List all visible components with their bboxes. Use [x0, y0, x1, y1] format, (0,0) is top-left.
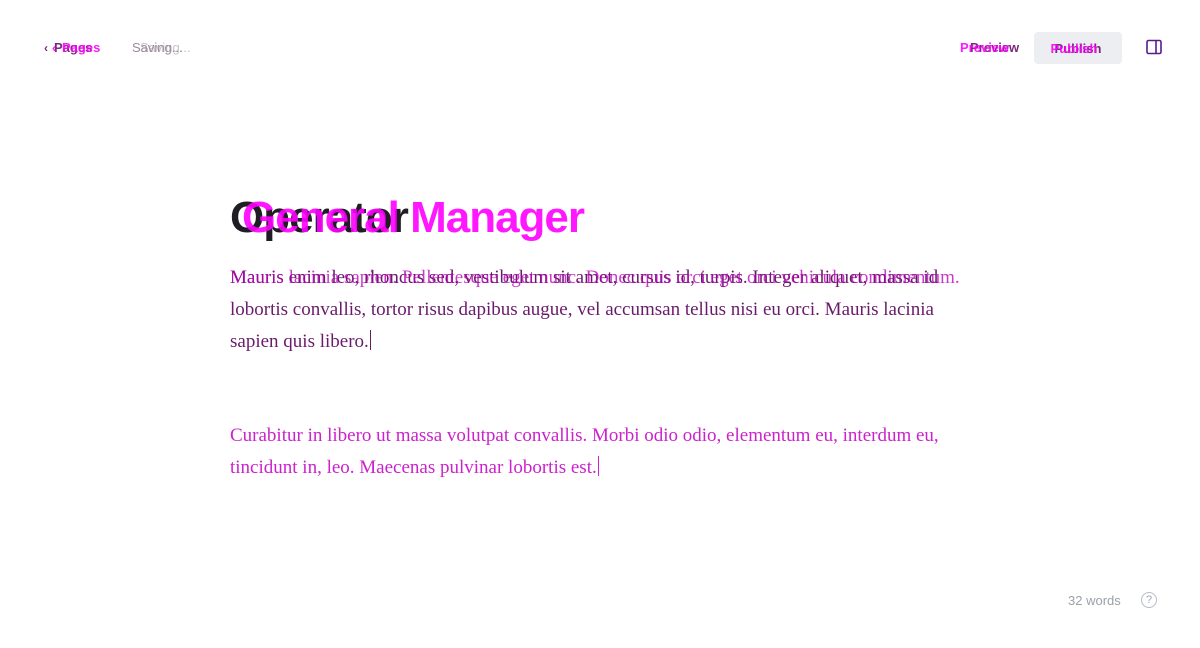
publish-button[interactable]: Publish	[1030, 32, 1118, 64]
post-paragraph[interactable]: Mauris lacinia sapien. Pellentesque eget…	[230, 262, 975, 294]
post-title[interactable]: General Manager	[242, 192, 585, 244]
ghost-layer: ‹ Pages Saving... Preview Publish Genera…	[0, 0, 1200, 648]
save-status: Saving...	[140, 40, 191, 55]
back-to-pages-button[interactable]: ‹ Pages	[52, 40, 100, 55]
publish-label: Publish	[1050, 40, 1098, 56]
back-label: Pages	[62, 40, 101, 55]
preview-button[interactable]: Preview	[960, 40, 1009, 55]
chevron-left-icon: ‹	[52, 40, 56, 55]
